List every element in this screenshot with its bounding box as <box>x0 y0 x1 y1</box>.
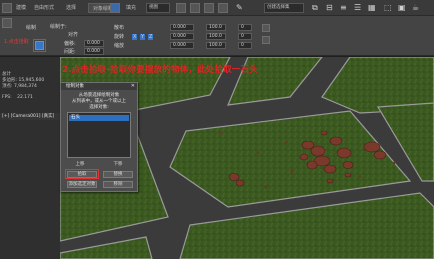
dialog-text-line-3: 选择对象: <box>89 105 109 110</box>
instruction-text: 2.点击拾取-拾取你要摆放的物体，此处拾取一石头 <box>62 65 258 75</box>
paint-tool-icon[interactable] <box>2 3 12 13</box>
paint-brush-icon[interactable] <box>2 18 12 28</box>
dialog-title: 绘制对象 <box>61 83 137 90</box>
scale-x-field[interactable]: 100.0 <box>206 24 226 31</box>
offset-label: 偏移: <box>64 41 76 47</box>
view-dropdown[interactable]: 视图 <box>146 3 170 13</box>
tab-selection[interactable]: 选择 <box>66 3 76 13</box>
object-paint-ribbon: 绘制 1.点击拾取 绘制于: 对齐 偏移: 0.000 间距: 0.000 散布… <box>0 16 434 56</box>
selection-set-label: 创建选择集 <box>267 5 290 10</box>
align-label: 对齐 <box>68 32 79 38</box>
move-up-button[interactable]: 上移 <box>69 161 91 168</box>
spinner-snap-icon[interactable] <box>218 3 228 13</box>
tab-modeling[interactable]: 建模 <box>16 3 26 13</box>
stats-polys-value: 15,945,600 <box>18 78 45 83</box>
stats-verts-label: 顶点: <box>2 84 13 89</box>
scale-z-field[interactable]: 100.0 <box>206 42 226 49</box>
mirror-tool-icon[interactable]: ⧉ <box>312 3 318 13</box>
angle-snap-icon[interactable] <box>190 3 200 13</box>
crosshair-select-icon[interactable] <box>110 3 120 13</box>
tab-freeform[interactable]: 自由形式 <box>34 3 54 13</box>
layer-icon[interactable]: ≡ <box>340 3 347 13</box>
stats-fps-label: FPS: <box>2 95 12 100</box>
render-setup-icon[interactable]: ▣ <box>398 3 406 13</box>
pick-highlight-box <box>33 39 46 52</box>
rotate-x-field[interactable]: 0.000 <box>170 24 194 31</box>
scale-label: 缩放 <box>114 43 125 49</box>
stats-fps-row: FPS: 22.171 <box>2 95 33 101</box>
scatter-label: 散布 <box>114 25 125 31</box>
rotate-label: 旋转 <box>114 34 125 40</box>
render-icon[interactable]: ☕ <box>412 3 419 13</box>
spacing-field[interactable]: 0.000 <box>84 48 104 55</box>
pick-hint: 1.点击拾取 <box>4 39 29 45</box>
scale-y-field[interactable]: 100.0 <box>206 33 226 40</box>
remove-button[interactable]: 移除 <box>103 181 133 188</box>
snap-icon[interactable] <box>176 3 186 13</box>
rotate-y-field[interactable]: 0.000 <box>170 33 194 40</box>
move-down-button[interactable]: 下移 <box>107 161 129 168</box>
tab-populate[interactable]: 填充 <box>126 3 136 13</box>
curve-editor-icon[interactable]: ☰ <box>354 3 361 13</box>
percent-snap-icon[interactable] <box>204 3 214 13</box>
paint-on-label: 绘制于: <box>50 24 67 30</box>
schematic-icon[interactable]: ▦ <box>368 3 376 13</box>
lock-z-field[interactable]: 0 <box>238 42 252 49</box>
lock-x-field[interactable]: 0 <box>238 24 252 31</box>
add-selected-button[interactable]: 添加选定对象 <box>67 181 97 188</box>
paint-objects-dialog: 绘制对象 ✕ 从场景选择绘制对象 从列表中，或从一个或以上 选择对象: 石头 上… <box>60 82 138 192</box>
material-editor-icon[interactable]: ⬚ <box>384 3 392 13</box>
reset-scale-icon[interactable] <box>262 36 270 44</box>
statistics-panel: 总计 多边形: 15,945,600 顶点: 7,984,374 FPS: 22… <box>0 57 60 259</box>
stats-verts-row: 顶点: 7,984,374 <box>2 84 37 90</box>
menubar: 建模 自由形式 选择 对象绘制 填充 视图 ✎ 创建选择集 ⧉ ⊟ ≡ ☰ ▦ … <box>0 0 434 16</box>
pick-button-highlight <box>65 169 99 179</box>
offset-field[interactable]: 0.000 <box>84 40 104 47</box>
axis-x-label[interactable]: X <box>132 34 138 40</box>
view-dropdown-label: 视图 <box>149 5 158 10</box>
paint-object-list[interactable]: 石头 <box>67 112 131 158</box>
viewport-label[interactable]: [+] [Camera001] [真实] <box>0 113 60 120</box>
stats-polys-label: 多边形: <box>2 78 18 83</box>
reset-rotate-icon[interactable] <box>262 24 270 32</box>
stats-verts-value: 7,984,374 <box>13 84 37 89</box>
axis-z-label[interactable]: Z <box>148 34 154 40</box>
align-icon[interactable]: ⊟ <box>326 3 333 13</box>
list-item[interactable]: 石头 <box>69 115 129 121</box>
paint-label: 绘制 <box>26 25 37 31</box>
lock-y-field[interactable]: 0 <box>238 33 252 40</box>
selection-set-dropdown[interactable]: 创建选择集 <box>264 3 304 13</box>
stats-fps-value: 22.171 <box>17 95 33 100</box>
mirror-icon[interactable]: ✎ <box>236 3 243 13</box>
replace-button[interactable]: 替换 <box>103 171 133 178</box>
spacing-label: 间距: <box>64 49 76 55</box>
rotate-z-field[interactable]: 0.000 <box>170 42 194 49</box>
close-icon[interactable]: ✕ <box>131 84 135 89</box>
axis-y-label[interactable]: Y <box>140 34 146 40</box>
